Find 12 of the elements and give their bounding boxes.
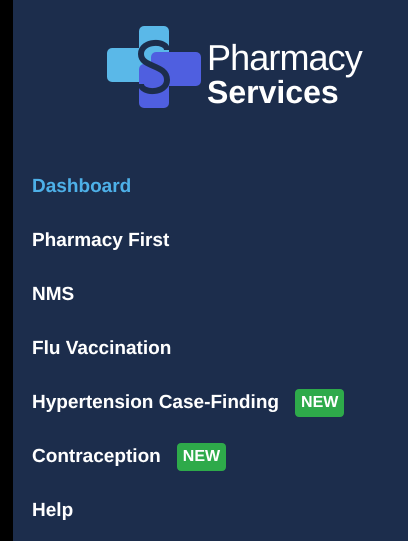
nav-link[interactable]: Hypertension Case-Finding — [32, 388, 280, 418]
nav-link[interactable]: Flu Vaccination — [32, 334, 172, 364]
nav-link[interactable]: Dashboard — [32, 172, 132, 202]
nav-link[interactable]: Pharmacy First — [32, 226, 170, 256]
nav-link[interactable]: Contraception — [32, 442, 161, 472]
logo-subtitle: Services — [207, 76, 339, 108]
logo-title: Pharmacy — [207, 40, 362, 76]
nav-link[interactable]: Help — [32, 496, 74, 526]
nav-link[interactable]: NMS — [32, 280, 74, 310]
new-badge: NEW — [176, 443, 226, 471]
new-badge: NEW — [295, 389, 344, 417]
logo-icon — [107, 26, 201, 108]
